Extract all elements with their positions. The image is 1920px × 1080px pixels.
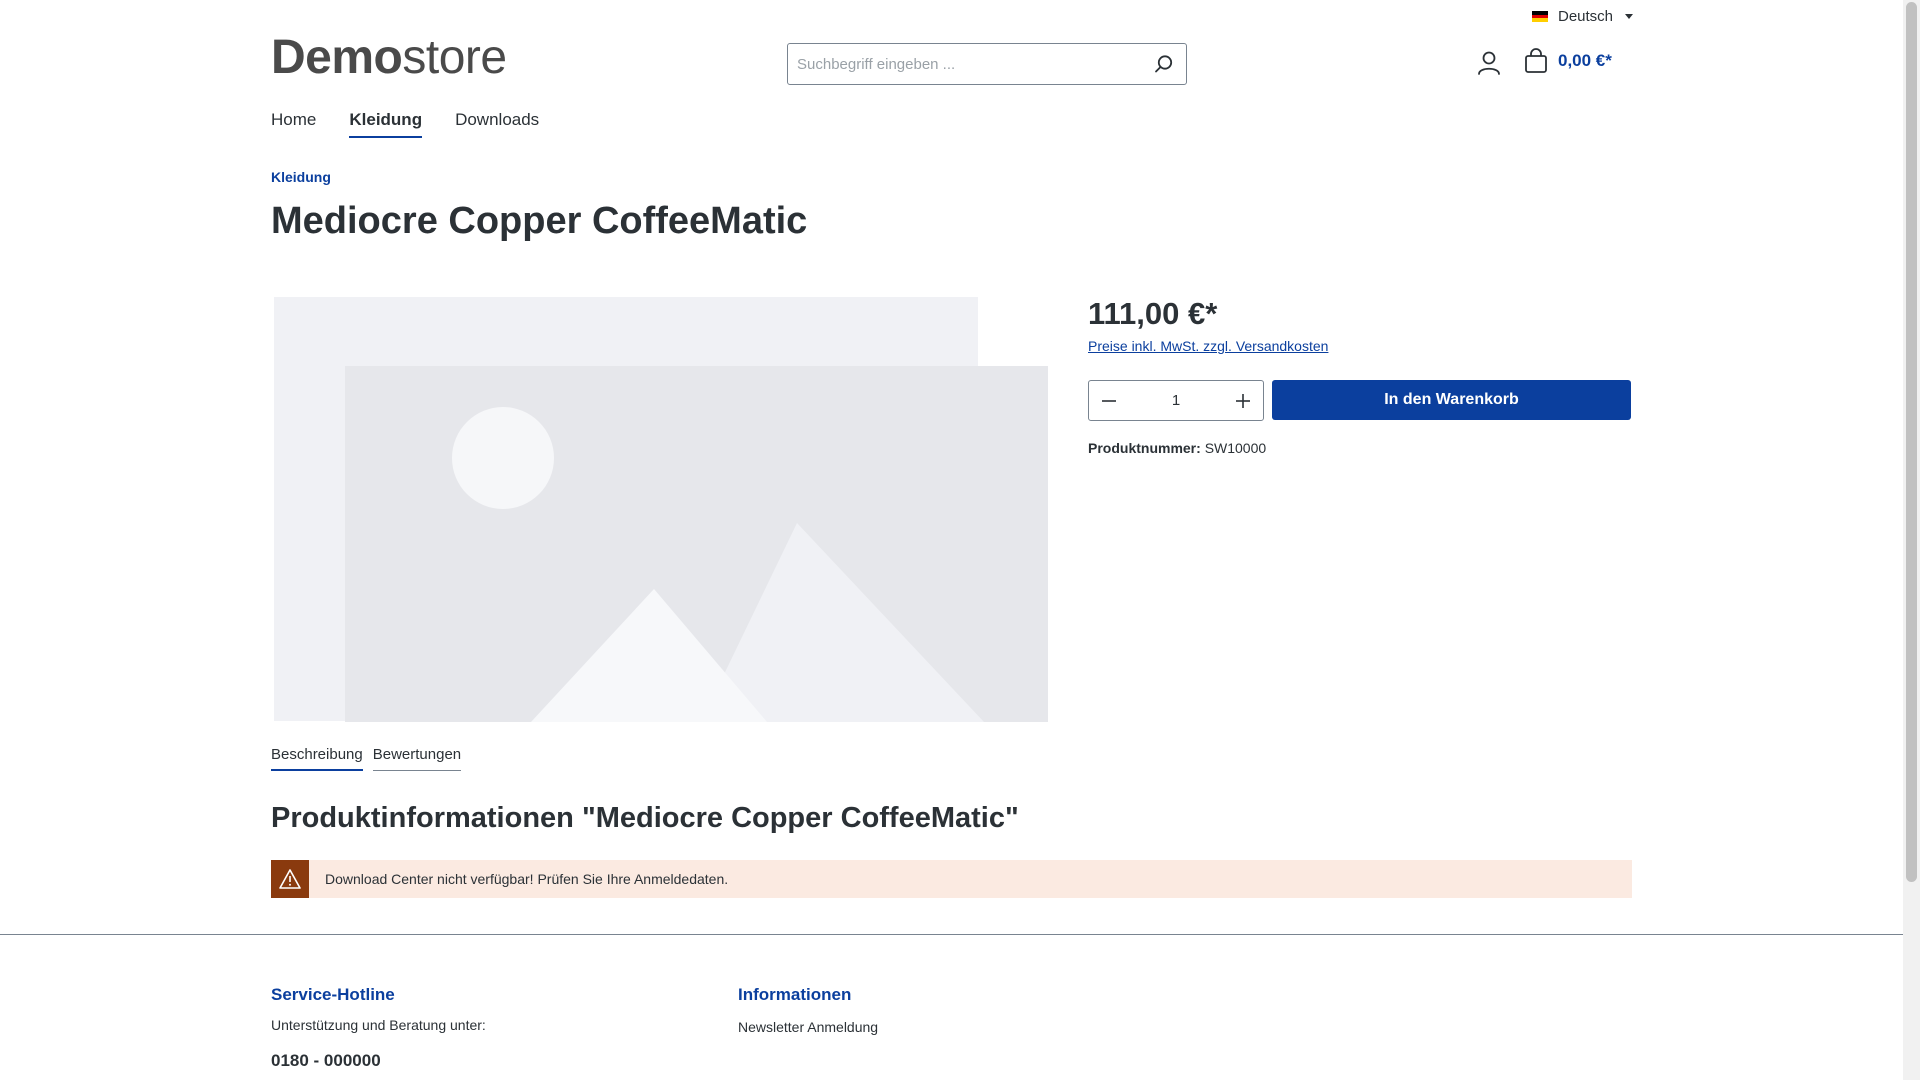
caret-down-icon: [1625, 14, 1634, 19]
footer-information: Informationen Newsletter Anmeldung: [738, 985, 878, 1035]
footer-hotline: Service-Hotline Unterstützung und Beratu…: [271, 985, 486, 1071]
quantity-increase-button[interactable]: [1223, 381, 1263, 420]
footer-info-title: Informationen: [738, 985, 852, 1004]
bag-icon: [1525, 48, 1547, 73]
product-image[interactable]: [271, 295, 1048, 723]
footer-hotline-title: Service-Hotline: [271, 985, 395, 1004]
product-number-value: SW10000: [1204, 440, 1267, 456]
product-number: Produktnummer: SW10000: [1088, 440, 1266, 456]
cart-button[interactable]: 0,00 €*: [1524, 48, 1612, 74]
download-alert: Download Center nicht verfügbar! Prüfen …: [271, 860, 1632, 898]
main-navigation: Home Kleidung Downloads: [271, 110, 539, 138]
scrollbar[interactable]: [1903, 0, 1920, 1080]
nav-item-downloads[interactable]: Downloads: [455, 110, 539, 138]
quantity-input[interactable]: 1: [1129, 392, 1223, 409]
footer-divider: [0, 934, 1903, 935]
cart-total: 0,00 €*: [1558, 51, 1612, 70]
logo-light: store: [402, 31, 507, 84]
tab-reviews[interactable]: Bewertungen: [372, 746, 462, 771]
nav-item-home[interactable]: Home: [271, 110, 316, 138]
product-tabs: Beschreibung Bewertungen: [271, 746, 462, 771]
alert-message: Download Center nicht verfügbar! Prüfen …: [325, 871, 729, 887]
store-logo[interactable]: Demostore: [271, 34, 507, 82]
minus-icon: [1102, 399, 1116, 402]
quantity-decrease-button[interactable]: [1089, 381, 1129, 420]
language-switcher[interactable]: Deutsch: [1532, 8, 1634, 25]
footer-newsletter-link[interactable]: Newsletter Anmeldung: [738, 1019, 878, 1035]
search-icon: [1155, 55, 1173, 73]
flag-de-icon: [1532, 11, 1548, 23]
search-input[interactable]: [788, 44, 1142, 84]
product-number-label: Produktnummer:: [1088, 440, 1201, 456]
breadcrumb[interactable]: Kleidung: [271, 169, 331, 185]
search-button[interactable]: [1142, 44, 1186, 84]
scrollbar-thumb[interactable]: [1906, 2, 1917, 882]
footer-hotline-text: Unterstützung und Beratung unter:: [271, 1017, 486, 1033]
warning-icon: [279, 869, 301, 889]
account-button[interactable]: [1477, 50, 1501, 76]
product-price: 111,00 €*: [1088, 296, 1218, 331]
language-label: Deutsch: [1558, 8, 1614, 25]
nav-item-kleidung[interactable]: Kleidung: [349, 110, 423, 138]
user-icon: [1478, 51, 1500, 75]
logo-bold: Demo: [271, 31, 403, 84]
search-bar: [787, 43, 1187, 85]
add-to-cart-button[interactable]: In den Warenkorb: [1272, 380, 1631, 420]
footer-hotline-phone[interactable]: 0180 - 000000: [271, 1051, 486, 1071]
plus-icon: [1236, 393, 1250, 408]
image-placeholder-icon: [274, 297, 1048, 722]
tab-description[interactable]: Beschreibung: [271, 746, 363, 771]
tax-shipping-link[interactable]: Preise inkl. MwSt. zzgl. Versandkosten: [1088, 338, 1328, 354]
product-title: Mediocre Copper CoffeeMatic: [271, 200, 808, 242]
warning-icon-box: [271, 860, 309, 898]
product-info-title: Produktinformationen "Mediocre Copper Co…: [271, 802, 1019, 834]
quantity-stepper: 1: [1088, 380, 1264, 421]
